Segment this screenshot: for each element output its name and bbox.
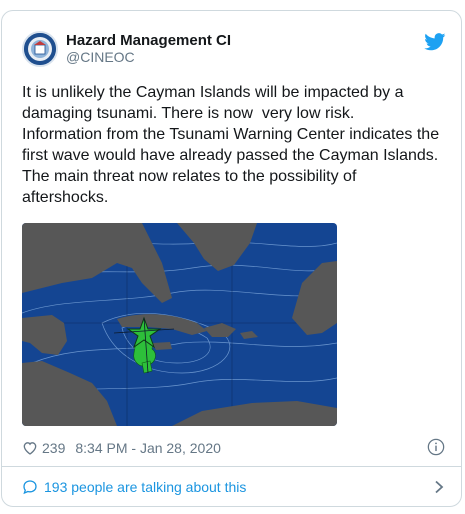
heart-icon[interactable] — [22, 440, 38, 456]
author-name[interactable]: Hazard Management CI — [66, 32, 231, 49]
like-count[interactable]: 239 — [42, 440, 65, 456]
tweet-timestamp[interactable]: 8:34 PM - Jan 28, 2020 — [75, 440, 221, 456]
chevron-right-icon — [435, 480, 444, 494]
author-handle[interactable]: @CINEOC — [66, 49, 135, 65]
twitter-bird-icon[interactable] — [424, 33, 446, 51]
author-avatar[interactable] — [22, 31, 58, 67]
tweet-map-image[interactable] — [22, 223, 337, 426]
card-divider — [2, 466, 461, 467]
tweet-meta: 239 8:34 PM - Jan 28, 2020 — [22, 438, 221, 458]
tweet-text-line: Information from the Tsunami Warning Cen… — [22, 126, 444, 206]
speech-bubble-icon — [23, 480, 37, 495]
tweet-card: Hazard Management CI @CINEOC It is unlik… — [1, 10, 462, 507]
info-icon[interactable] — [427, 438, 445, 456]
conversation-link[interactable]: 193 people are talking about this — [22, 477, 444, 497]
tweet-text: It is unlikely the Cayman Islands will b… — [22, 82, 447, 208]
conversation-link-label: 193 people are talking about this — [44, 479, 247, 495]
tweet-text-line: It is unlikely the Cayman Islands will b… — [22, 84, 408, 122]
